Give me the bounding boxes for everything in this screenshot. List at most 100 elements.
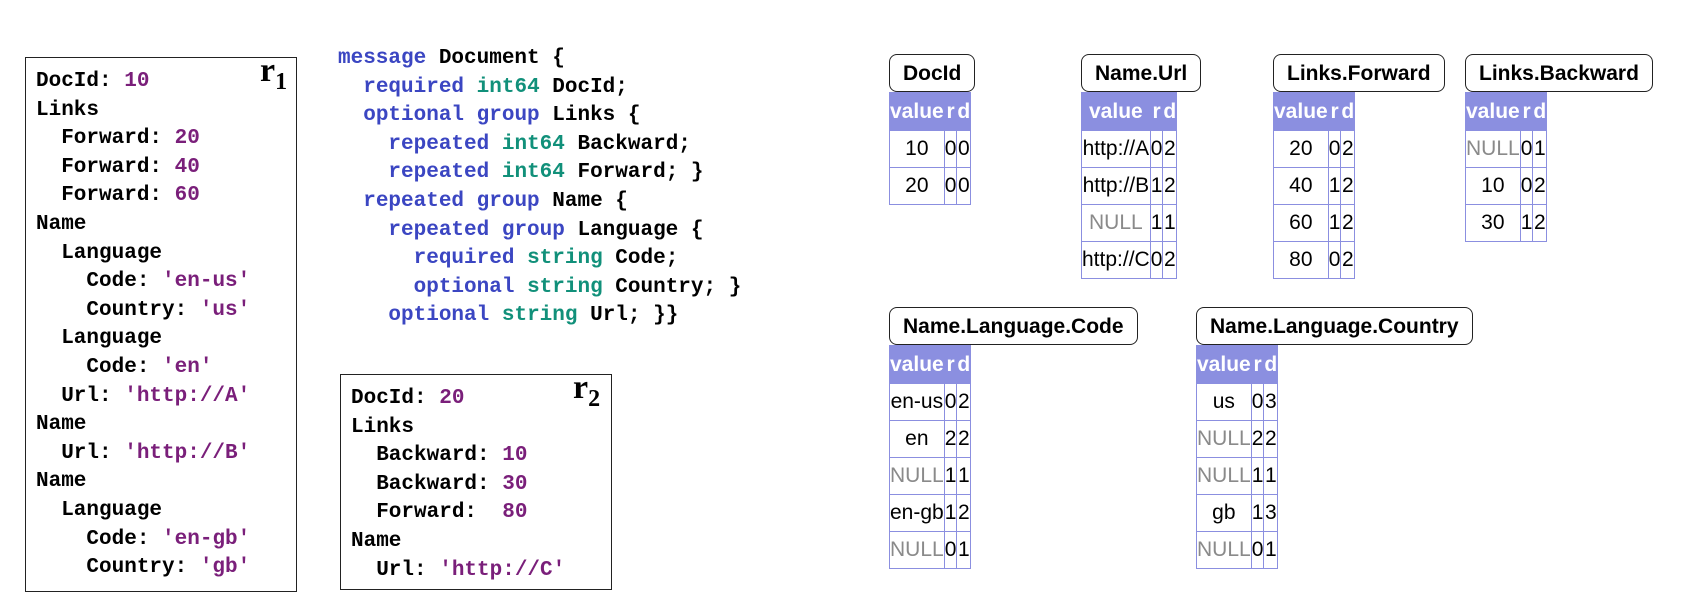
header-row: value r d [889, 345, 972, 384]
schema-text [489, 161, 502, 184]
field-value: 'en' [162, 355, 213, 379]
table-row: http://B 1 2 [1081, 167, 1178, 205]
record-r2: r2 DocId: 20 Links Backward: 10 Backward:… [340, 369, 612, 590]
field-name: Url: [351, 558, 440, 582]
field-name: DocId: [351, 387, 440, 410]
cell-value: us [1196, 383, 1252, 421]
field-name: Forward: [36, 155, 175, 179]
schema-text: Country; } [602, 275, 742, 299]
record-label: r1 [260, 52, 288, 95]
record-line: Name [351, 528, 565, 557]
cell-definition-level: 2 [1340, 204, 1356, 242]
record-line: Links [351, 414, 565, 443]
field-value: 40 [174, 155, 200, 179]
table-row: gb 1 3 [1196, 494, 1279, 532]
column-table: value r d us 0 3 NULL 2 2 NULL 1 1 gb 1 3 NULL 0 1 [1196, 345, 1279, 569]
field-value: 'http://C' [439, 558, 566, 582]
cell-repetition-level: 0 [943, 383, 958, 421]
schema-line: message Document { [338, 45, 741, 74]
cell-repetition-level: 0 [1149, 241, 1164, 279]
field-name: Links [351, 415, 415, 439]
record-line: DocId: 10 [36, 68, 250, 97]
cell-definition-level: 1 [956, 457, 972, 495]
record-line: Name [36, 211, 250, 240]
field-name: Name [36, 212, 87, 236]
header-r: r [1519, 92, 1534, 131]
table-row: NULL 2 2 [1196, 420, 1279, 458]
table-row: 60 1 2 [1273, 204, 1356, 242]
field-value: 'http://B' [124, 441, 251, 465]
record-line: Links [36, 97, 250, 126]
record-line: Language [36, 240, 250, 269]
schema-line: optional string Url; }} [338, 302, 741, 331]
record-line: Forward: 80 [351, 499, 565, 528]
cell-definition-level: 2 [1340, 167, 1356, 205]
cell-definition-level: 1 [1263, 531, 1279, 569]
schema-text [489, 133, 502, 156]
header-r: r [943, 92, 958, 131]
record-line: Forward: 20 [36, 125, 250, 154]
schema-text [489, 304, 502, 327]
header-d: d [956, 345, 972, 384]
field-name: Forward: [36, 127, 175, 151]
cell-definition-level: 0 [956, 167, 972, 205]
schema-text: Links { [539, 104, 641, 128]
header-r: r [1327, 92, 1342, 131]
header-value: value [1465, 92, 1521, 131]
record-line: Forward: 40 [36, 154, 250, 183]
header-value: value [889, 92, 945, 131]
record-line: Country: 'gb' [36, 554, 250, 583]
column-title: Links.Backward [1465, 54, 1653, 92]
header-value: value [1081, 92, 1151, 131]
table-row: NULL 0 1 [1465, 130, 1548, 168]
cell-repetition-level: 1 [943, 457, 958, 495]
cell-repetition-level: 1 [1250, 457, 1265, 495]
header-value: value [1273, 92, 1329, 131]
schema-keyword: repeated [388, 132, 490, 156]
record-lines: DocId: 10 Links Forward: 20 Forward: 40 F… [36, 68, 250, 583]
column-title: Name.Url [1081, 54, 1202, 92]
schema-text: Forward; } [564, 161, 704, 185]
cell-repetition-level: 0 [943, 167, 958, 205]
header-value: value [889, 345, 945, 384]
record-line: Backward: 30 [351, 471, 565, 500]
column-title: Name.Language.Code [889, 307, 1138, 345]
cell-repetition-level: 1 [1519, 204, 1534, 242]
cell-definition-level: 3 [1263, 383, 1279, 421]
schema-text [464, 76, 477, 99]
cell-repetition-level: 1 [943, 494, 958, 532]
column-title: Links.Forward [1273, 54, 1445, 92]
schema-text: Code; [602, 247, 679, 271]
cell-definition-level: 1 [1532, 130, 1548, 168]
cell-definition-level: 3 [1263, 494, 1279, 532]
cell-value: NULL [1465, 130, 1521, 168]
header-r: r [1250, 345, 1265, 384]
cell-value: 20 [1273, 130, 1329, 168]
cell-definition-level: 2 [1532, 167, 1548, 205]
header-row: value r d [1465, 92, 1548, 131]
table-row: en-gb 1 2 [889, 494, 972, 532]
table-row: http://A 0 2 [1081, 130, 1178, 168]
record-line: Url: 'http://A' [36, 383, 250, 412]
header-d: d [1532, 92, 1548, 131]
schema-text: Url; }} [577, 304, 679, 328]
column-table: value r d 10 0 0 20 0 0 [889, 92, 972, 205]
field-name: Country: [36, 556, 200, 580]
header-d: d [956, 92, 972, 131]
cell-value: NULL [1081, 204, 1151, 242]
cell-value: 40 [1273, 167, 1329, 205]
field-value: 'http://A' [124, 384, 251, 408]
schema-line: required string Code; [338, 245, 741, 274]
cell-definition-level: 0 [956, 130, 972, 168]
record-line: Name [36, 468, 250, 497]
table-row: 80 0 2 [1273, 241, 1356, 279]
record-line: Url: 'http://C' [351, 557, 565, 586]
schema-text: Document { [426, 47, 565, 70]
cell-repetition-level: 1 [1149, 204, 1164, 242]
schema-text: Name { [539, 189, 628, 213]
cell-definition-level: 2 [1162, 241, 1178, 279]
schema-type: int64 [501, 132, 565, 156]
cell-repetition-level: 0 [1519, 167, 1534, 205]
cell-value: http://B [1081, 167, 1151, 205]
field-name: DocId: [36, 70, 125, 93]
